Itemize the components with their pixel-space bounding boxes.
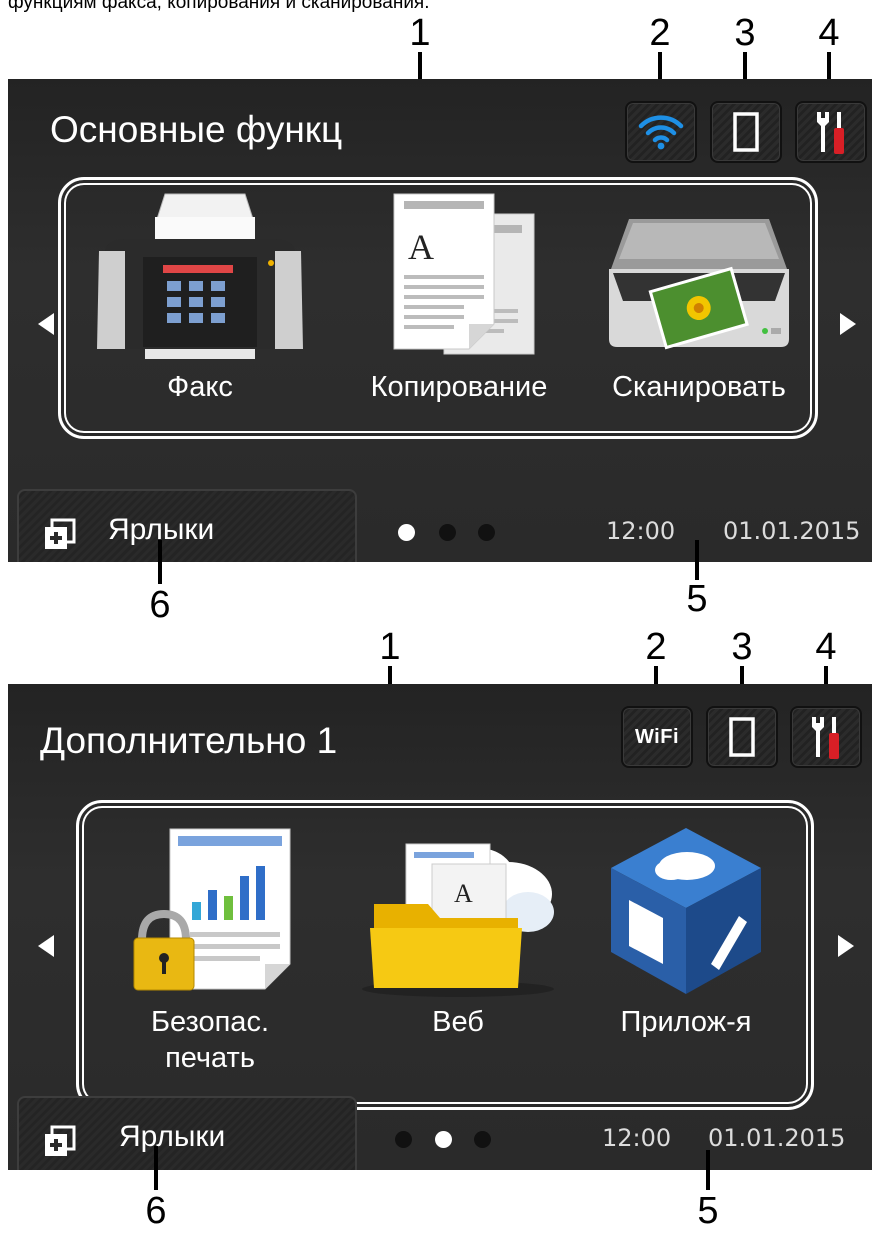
toner-status-button[interactable] — [706, 706, 778, 768]
svg-text:A: A — [408, 227, 434, 267]
scroll-left-arrow[interactable] — [38, 935, 54, 957]
page-dot-1 — [398, 524, 415, 541]
scan-button[interactable]: Сканировать — [583, 189, 815, 429]
settings-button[interactable] — [795, 101, 867, 163]
scroll-right-arrow[interactable] — [840, 313, 856, 335]
scanner-icon — [609, 219, 789, 350]
secure-print-button[interactable]: Безопас. печать — [100, 824, 320, 1104]
callout-1: 1 — [379, 626, 401, 668]
apps-label: Прилож-я — [620, 1006, 752, 1038]
callout-line-5 — [706, 1150, 710, 1190]
apps-button[interactable]: Прилож-я — [586, 824, 786, 1064]
clock-time: 12:00 — [606, 517, 676, 545]
settings-button[interactable] — [790, 706, 862, 768]
settings-tools-icon — [812, 717, 839, 759]
page-dot-3 — [478, 524, 495, 541]
callout-2: 2 — [645, 626, 667, 668]
page-dot-3 — [474, 1131, 491, 1148]
svg-text:A: A — [454, 879, 473, 908]
shortcuts-button[interactable]: Ярлыки — [17, 1096, 357, 1170]
page-dot-2 — [439, 524, 456, 541]
callout-5: 5 — [686, 578, 708, 620]
toner-icon — [733, 112, 759, 152]
toner-status-button[interactable] — [710, 101, 782, 163]
callout-6: 6 — [145, 1190, 167, 1232]
callout-1: 1 — [409, 12, 431, 54]
copy-icon: A — [393, 193, 535, 355]
toner-icon — [729, 717, 755, 757]
screen-title: Основные функц — [50, 109, 343, 150]
settings-tools-icon — [817, 112, 844, 154]
secure-print-label-line1: Безопас. — [150, 1006, 269, 1038]
home-screen-more-1: Дополнительно 1 WiFi Безопас. печать A В… — [8, 684, 872, 1170]
wifi-signal-icon — [638, 115, 684, 150]
callout-4: 4 — [818, 12, 840, 54]
web-folder-icon: A — [362, 843, 554, 997]
callout-3: 3 — [731, 626, 753, 668]
clock-time: 12:00 — [602, 1124, 672, 1152]
fax-icon — [97, 193, 303, 359]
callout-line-6 — [154, 1146, 158, 1190]
wifi-status-button[interactable]: WiFi — [621, 706, 693, 768]
shortcuts-label: Ярлыки — [119, 1120, 226, 1153]
secure-print-label-line2: печать — [165, 1042, 255, 1074]
screen-title: Дополнительно 1 — [40, 720, 338, 761]
web-label: Веб — [432, 1006, 484, 1038]
apps-cube-icon — [611, 828, 761, 994]
shortcuts-icon — [45, 518, 76, 549]
fax-button[interactable]: Факс — [81, 189, 319, 429]
secure-print-icon — [133, 828, 291, 991]
wifi-label: WiFi — [634, 725, 680, 748]
web-button[interactable]: A Веб — [344, 824, 572, 1064]
copy-button[interactable]: A Копирование — [339, 189, 579, 429]
callout-4: 4 — [815, 626, 837, 668]
fax-label: Факс — [167, 371, 233, 403]
callout-line-6 — [158, 540, 162, 584]
shortcuts-icon — [45, 1125, 76, 1156]
callout-3: 3 — [734, 12, 756, 54]
copy-label: Копирование — [370, 371, 548, 403]
scan-label: Сканировать — [612, 371, 786, 403]
scroll-right-arrow[interactable] — [838, 935, 854, 957]
page-dot-1 — [395, 1131, 412, 1148]
page-dot-2 — [435, 1131, 452, 1148]
callout-line-5 — [695, 540, 699, 580]
shortcuts-button[interactable]: Ярлыки — [17, 489, 357, 562]
caption-text: функциям факса, копирования и сканирован… — [8, 0, 430, 13]
scroll-left-arrow[interactable] — [38, 313, 54, 335]
callout-5: 5 — [697, 1190, 719, 1232]
home-screen-basic: Основные функц Факс A Копирование Сканир… — [8, 79, 872, 562]
callout-2: 2 — [649, 12, 671, 54]
clock-date: 01.01.2015 — [708, 1124, 846, 1152]
clock-date: 01.01.2015 — [723, 517, 861, 545]
callout-6: 6 — [149, 584, 171, 626]
wifi-status-button[interactable] — [625, 101, 697, 163]
